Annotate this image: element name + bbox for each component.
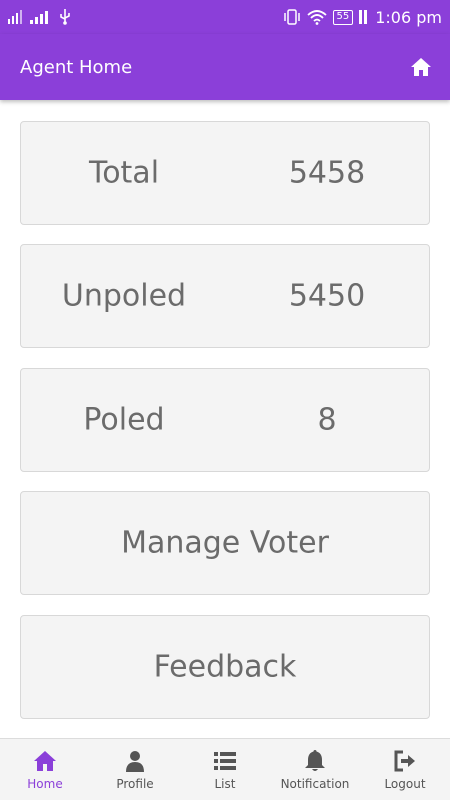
- nav-notification-label: Notification: [280, 776, 350, 791]
- nav-logout-label: Logout: [384, 776, 426, 791]
- unpoled-card[interactable]: Unpoled 5450: [20, 244, 430, 348]
- list-icon: [214, 751, 236, 770]
- nav-notification[interactable]: Notification: [270, 739, 360, 800]
- nav-home-label: Home: [27, 776, 63, 791]
- page-title: Agent Home: [20, 56, 133, 78]
- unpoled-value: 5450: [288, 278, 366, 314]
- home-icon: [34, 750, 56, 771]
- wifi-icon: [306, 9, 327, 25]
- total-value: 5458: [288, 155, 366, 191]
- bottom-navigation: Home Profile List Notification Logout: [0, 738, 450, 800]
- signal-icon: [8, 10, 24, 24]
- total-label: Total: [88, 155, 160, 191]
- nav-list-label: List: [214, 776, 236, 791]
- feedback-button[interactable]: Feedback: [20, 615, 430, 719]
- battery-icon: 55: [332, 9, 354, 25]
- unpoled-label: Unpoled: [61, 278, 187, 314]
- signal-bars-icon: [30, 10, 52, 24]
- poled-value: 8: [317, 402, 337, 438]
- home-button[interactable]: [410, 57, 432, 77]
- manage-voter-label: Manage Voter: [121, 525, 329, 561]
- battery-level: 55: [336, 11, 350, 22]
- vibrate-icon: [283, 9, 301, 25]
- nav-home[interactable]: Home: [0, 739, 90, 800]
- nav-list[interactable]: List: [180, 739, 270, 800]
- poled-label: Poled: [83, 402, 165, 438]
- status-bar-right: 55 1:06 pm: [283, 7, 442, 27]
- user-icon: [126, 750, 144, 772]
- home-icon: [411, 58, 431, 76]
- usb-icon: [58, 9, 72, 25]
- manage-voter-button[interactable]: Manage Voter: [20, 491, 430, 595]
- nav-logout[interactable]: Logout: [360, 739, 450, 800]
- bell-icon: [305, 749, 325, 771]
- total-card[interactable]: Total 5458: [20, 121, 430, 225]
- app-bar: Agent Home: [0, 34, 450, 100]
- nav-profile-label: Profile: [116, 776, 154, 791]
- logout-icon: [394, 750, 415, 771]
- poled-card[interactable]: Poled 8: [20, 368, 430, 472]
- status-bar-left: [8, 9, 72, 25]
- nav-profile[interactable]: Profile: [90, 739, 180, 800]
- status-bar: 55 1:06 pm: [0, 0, 450, 34]
- signal-icon-right: [359, 10, 369, 24]
- status-time: 1:06 pm: [375, 7, 442, 27]
- feedback-label: Feedback: [153, 649, 297, 685]
